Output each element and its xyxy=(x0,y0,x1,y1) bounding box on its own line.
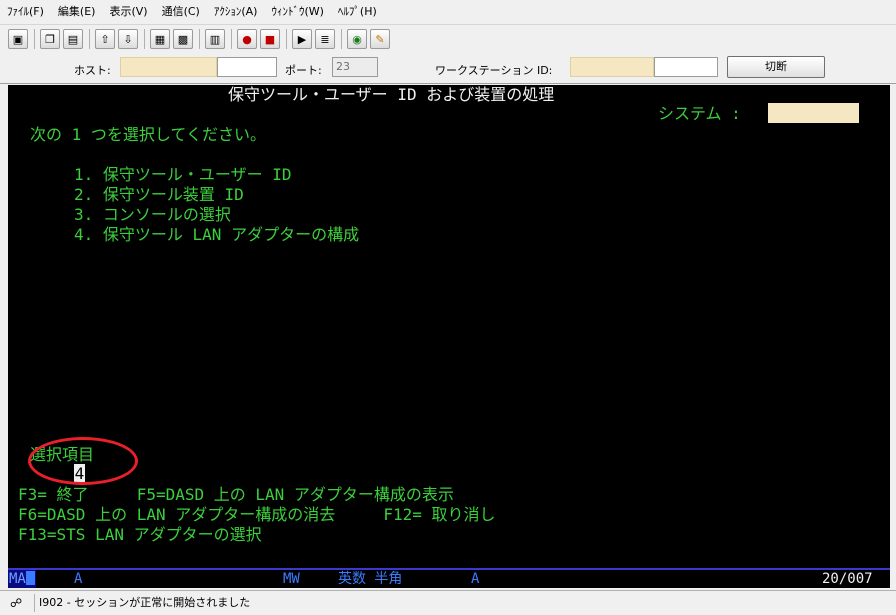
toolbar-separator xyxy=(286,29,287,49)
annotation-circle xyxy=(28,437,138,485)
macro-list-icon[interactable]: ≣ xyxy=(315,29,335,49)
toolbar-separator xyxy=(144,29,145,49)
port-field[interactable]: 23 xyxy=(332,57,378,77)
receive-file-icon[interactable]: ⇩ xyxy=(118,29,138,49)
oia-input-mode: 英数 半角 xyxy=(338,571,403,587)
oia-cursor-position: 20/007 xyxy=(822,571,873,587)
oia-ma-indicator: MA xyxy=(8,570,36,588)
connection-bar: ホスト: ポート: 23 ワークステーション ID: 切断 xyxy=(0,54,896,84)
status-message: I902 - セッションが正常に開始されました xyxy=(34,594,539,612)
system-label: システム : xyxy=(658,104,741,123)
display-icon[interactable]: ▦ xyxy=(150,29,170,49)
print-screen-icon[interactable]: ▣ xyxy=(8,29,28,49)
terminal-screen[interactable]: 保守ツール・ユーザー ID および装置の処理 システム : 次の 1 つを選択し… xyxy=(8,85,890,568)
paste-icon[interactable]: ▤ xyxy=(63,29,83,49)
host-field[interactable] xyxy=(120,57,217,77)
operator-info-area: MA A MW 英数 半角 A 20/007 xyxy=(8,568,890,588)
host-label: ホスト: xyxy=(74,64,111,77)
menu-view[interactable]: 表示(V) xyxy=(102,0,154,24)
function-keys-line-2: F6=DASD 上の LAN アダプター構成の消去 F12= 取り消し xyxy=(18,505,496,524)
record-macro-icon[interactable]: ● xyxy=(237,29,257,49)
toolbar-separator xyxy=(231,29,232,49)
function-keys-line-3: F13=STS LAN アダプターの選択 xyxy=(18,525,262,544)
disconnect-button[interactable]: 切断 xyxy=(727,56,825,78)
screen-title: 保守ツール・ユーザー ID および装置の処理 xyxy=(228,85,555,104)
menu-communication[interactable]: 通信(C) xyxy=(155,0,207,24)
menu-option-3: 3. コンソールの選択 xyxy=(74,205,231,224)
toolbar-separator xyxy=(341,29,342,49)
menu-option-4: 4. 保守ツール LAN アダプターの構成 xyxy=(74,225,360,244)
toolbar: ▣ ❐ ▤ ⇧ ⇩ ▦ ▩ ▥ ● ■ ▶ ≣ ◉ ✎ xyxy=(0,25,896,53)
function-keys-line-1: F3= 終了 F5=DASD 上の LAN アダプター構成の表示 xyxy=(18,485,454,504)
status-bar: ☍ I902 - セッションが正常に開始されました xyxy=(0,590,896,615)
stop-macro-icon[interactable]: ■ xyxy=(260,29,280,49)
oia-a-indicator: A xyxy=(74,571,83,587)
toolbar-separator xyxy=(34,29,35,49)
menu-bar: ﾌｧｲﾙ(F) 編集(E) 表示(V) 通信(C) ｱｸｼｮﾝ(A) ｳｨﾝﾄﾞ… xyxy=(0,0,896,25)
menu-option-2: 2. 保守ツール装置 ID xyxy=(74,185,244,204)
toolbar-separator xyxy=(199,29,200,49)
menu-help[interactable]: ﾍﾙﾌﾟ(H) xyxy=(331,0,384,24)
toolbar-separator xyxy=(89,29,90,49)
edit-pencil-icon[interactable]: ✎ xyxy=(370,29,390,49)
menu-window[interactable]: ｳｨﾝﾄﾞｳ(W) xyxy=(264,0,330,24)
menu-action[interactable]: ｱｸｼｮﾝ(A) xyxy=(207,0,265,24)
workstation-id-label: ワークステーション ID: xyxy=(435,64,553,77)
send-file-icon[interactable]: ⇧ xyxy=(95,29,115,49)
port-label: ポート: xyxy=(285,64,322,77)
copy-icon[interactable]: ❐ xyxy=(40,29,60,49)
macro-icon[interactable]: ▥ xyxy=(205,29,225,49)
oia-a-indicator-2: A xyxy=(471,571,480,587)
oia-cursor-block xyxy=(25,571,35,585)
keyboard-map-icon[interactable]: ▩ xyxy=(173,29,193,49)
oia-ma-text: MA xyxy=(9,571,26,587)
instruction-text: 次の 1 つを選択してください。 xyxy=(30,125,266,144)
globe-icon[interactable]: ◉ xyxy=(347,29,367,49)
system-name-field xyxy=(768,103,859,123)
play-macro-icon[interactable]: ▶ xyxy=(292,29,312,49)
host-field-extension[interactable] xyxy=(217,57,277,77)
menu-edit[interactable]: 編集(E) xyxy=(51,0,103,24)
workstation-id-field-extension[interactable] xyxy=(654,57,718,77)
workstation-id-field[interactable] xyxy=(570,57,654,77)
menu-file[interactable]: ﾌｧｲﾙ(F) xyxy=(0,0,51,24)
session-connected-icon: ☍ xyxy=(10,596,23,610)
oia-mw-indicator: MW xyxy=(283,571,300,587)
menu-option-1: 1. 保守ツール・ユーザー ID xyxy=(74,165,292,184)
